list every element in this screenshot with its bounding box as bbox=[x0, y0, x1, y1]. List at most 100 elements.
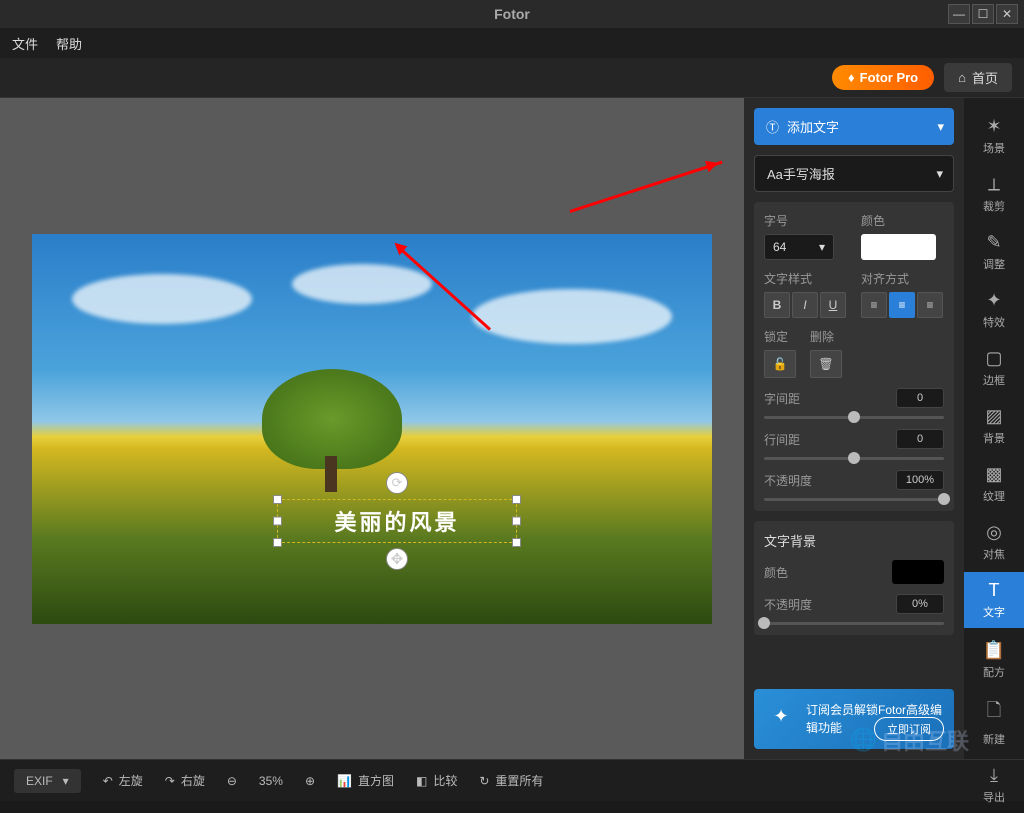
tool-background[interactable]: ▨背景 bbox=[964, 398, 1024, 454]
menu-file[interactable]: 文件 bbox=[12, 34, 38, 53]
bg-opacity-label: 不透明度 bbox=[764, 596, 812, 613]
font-size-select[interactable]: 64 ▾ bbox=[764, 234, 834, 260]
sparkle-icon: ✦ bbox=[766, 701, 796, 731]
bg-color-label: 颜色 bbox=[764, 564, 788, 581]
text-color-label: 颜色 bbox=[861, 212, 944, 229]
chevron-down-icon: ▾ bbox=[63, 774, 69, 788]
tool-export[interactable]: ⤓导出 bbox=[964, 757, 1024, 813]
target-icon: ◎ bbox=[986, 522, 1002, 543]
trash-icon: 🗑 bbox=[818, 357, 833, 371]
tool-preset[interactable]: 📋配方 bbox=[964, 632, 1024, 688]
resize-handle-ml[interactable] bbox=[273, 516, 282, 525]
add-text-label: 添加文字 bbox=[787, 117, 839, 136]
move-handle[interactable]: ✥ bbox=[386, 548, 408, 570]
upsell-cta-button[interactable]: 立即订阅 bbox=[874, 717, 944, 741]
line-spacing-label: 行间距 bbox=[764, 431, 800, 448]
tree-graphic bbox=[262, 369, 402, 469]
delete-button[interactable]: 🗑 bbox=[810, 350, 842, 378]
opacity-slider[interactable] bbox=[764, 498, 944, 501]
opacity-value[interactable]: 100% bbox=[896, 470, 944, 490]
chevron-down-icon: ▾ bbox=[936, 166, 943, 182]
rotate-right-icon: ↷ bbox=[165, 774, 175, 788]
menu-help[interactable]: 帮助 bbox=[56, 34, 82, 53]
text-element-selected[interactable]: 美丽的风景 ⟳ ✥ bbox=[277, 499, 517, 543]
letter-spacing-label: 字间距 bbox=[764, 390, 800, 407]
fotor-pro-button[interactable]: ♦ Fotor Pro bbox=[832, 65, 934, 90]
letter-spacing-slider[interactable] bbox=[764, 416, 944, 419]
maximize-button[interactable]: ☐ bbox=[972, 4, 994, 24]
upsell-banner[interactable]: ✦ 订阅会员解锁Fotor高级编辑功能 立即订阅 bbox=[754, 689, 954, 749]
rotate-right-button[interactable]: ↷右旋 bbox=[165, 772, 205, 789]
tool-focus[interactable]: ◎对焦 bbox=[964, 514, 1024, 570]
text-bg-section-title: 文字背景 bbox=[764, 531, 944, 550]
reset-button[interactable]: ↻重置所有 bbox=[479, 772, 543, 789]
text-style-label: 文字样式 bbox=[764, 270, 847, 287]
zoom-in-button[interactable]: ⊕ bbox=[305, 774, 315, 788]
reset-icon: ↻ bbox=[479, 774, 489, 788]
home-button[interactable]: ⌂ 首页 bbox=[944, 63, 1012, 92]
top-toolbar: ♦ Fotor Pro ⌂ 首页 bbox=[0, 58, 1024, 98]
close-button[interactable]: ✕ bbox=[996, 4, 1018, 24]
underline-button[interactable]: U bbox=[820, 292, 846, 318]
chevron-down-icon: ▾ bbox=[937, 119, 944, 135]
bg-opacity-slider[interactable] bbox=[764, 622, 944, 625]
wand-icon: ✦ bbox=[986, 290, 1001, 311]
tool-new[interactable]: 🗋新建 bbox=[964, 690, 1024, 755]
resize-handle-tr[interactable] bbox=[512, 495, 521, 504]
tool-text[interactable]: T文字 bbox=[964, 572, 1024, 628]
lock-button[interactable]: 🔓 bbox=[764, 350, 796, 378]
align-label: 对齐方式 bbox=[861, 270, 944, 287]
add-text-button[interactable]: Ⓣ 添加文字 ▾ bbox=[754, 108, 954, 145]
tool-border[interactable]: ▢边框 bbox=[964, 340, 1024, 396]
exif-button[interactable]: EXIF ▾ bbox=[14, 769, 81, 793]
opacity-label: 不透明度 bbox=[764, 472, 812, 489]
text-icon: Ⓣ bbox=[766, 117, 779, 136]
tool-texture[interactable]: ▩纹理 bbox=[964, 456, 1024, 512]
line-spacing-slider[interactable] bbox=[764, 457, 944, 460]
tool-effect[interactable]: ✦特效 bbox=[964, 282, 1024, 338]
align-left-button[interactable]: ≡ bbox=[861, 292, 887, 318]
tool-crop[interactable]: ⟂裁剪 bbox=[964, 166, 1024, 222]
resize-handle-br[interactable] bbox=[512, 538, 521, 547]
tool-scene[interactable]: ✶场景 bbox=[964, 108, 1024, 164]
resize-handle-tl[interactable] bbox=[273, 495, 282, 504]
text-content[interactable]: 美丽的风景 bbox=[334, 505, 459, 537]
zoom-out-button[interactable]: ⊖ bbox=[227, 774, 237, 788]
tool-rail: ✶场景 ⟂裁剪 ✎调整 ✦特效 ▢边框 ▨背景 ▩纹理 ◎对焦 T文字 📋配方 … bbox=[964, 98, 1024, 759]
diamond-icon: ♦ bbox=[848, 70, 855, 85]
chevron-down-icon: ▾ bbox=[819, 240, 825, 254]
zoom-level[interactable]: 35% bbox=[259, 774, 283, 788]
align-center-button[interactable]: ≡ bbox=[889, 292, 915, 318]
resize-handle-bl[interactable] bbox=[273, 538, 282, 547]
app-title: Fotor bbox=[494, 6, 530, 22]
rotate-left-button[interactable]: ↶左旋 bbox=[103, 772, 143, 789]
window-titlebar: Fotor — ☐ ✕ bbox=[0, 0, 1024, 28]
canvas-area[interactable]: 美丽的风景 ⟳ ✥ bbox=[0, 98, 744, 759]
tool-adjust[interactable]: ✎调整 bbox=[964, 224, 1024, 280]
chart-icon: 📊 bbox=[337, 774, 352, 788]
compare-button[interactable]: ◧比较 bbox=[416, 772, 457, 789]
texture-icon: ▩ bbox=[985, 464, 1002, 485]
font-family-select[interactable]: Aa手写海报 ▾ bbox=[754, 155, 954, 192]
align-right-button[interactable]: ≡ bbox=[917, 292, 943, 318]
rotate-left-icon: ↶ bbox=[103, 774, 113, 788]
resize-handle-mr[interactable] bbox=[512, 516, 521, 525]
font-size-value: 64 bbox=[773, 240, 786, 254]
canvas-image[interactable]: 美丽的风景 ⟳ ✥ bbox=[32, 234, 712, 624]
bg-color-swatch[interactable] bbox=[892, 560, 944, 584]
file-icon: 🗋 bbox=[987, 698, 1001, 728]
letter-spacing-value[interactable]: 0 bbox=[896, 388, 944, 408]
text-properties-panel: Ⓣ 添加文字 ▾ Aa手写海报 ▾ 字号 64 ▾ 颜色 bbox=[744, 98, 964, 759]
font-size-label: 字号 bbox=[764, 212, 847, 229]
lock-label: 锁定 bbox=[764, 328, 796, 345]
line-spacing-value[interactable]: 0 bbox=[896, 429, 944, 449]
sparkle-icon: ✶ bbox=[986, 116, 1001, 137]
histogram-button[interactable]: 📊直方图 bbox=[337, 772, 394, 789]
annotation-arrow bbox=[570, 161, 723, 213]
minimize-button[interactable]: — bbox=[948, 4, 970, 24]
rotate-handle[interactable]: ⟳ bbox=[386, 472, 408, 494]
text-color-swatch[interactable] bbox=[861, 234, 936, 260]
italic-button[interactable]: I bbox=[792, 292, 818, 318]
bold-button[interactable]: B bbox=[764, 292, 790, 318]
bg-opacity-value[interactable]: 0% bbox=[896, 594, 944, 614]
